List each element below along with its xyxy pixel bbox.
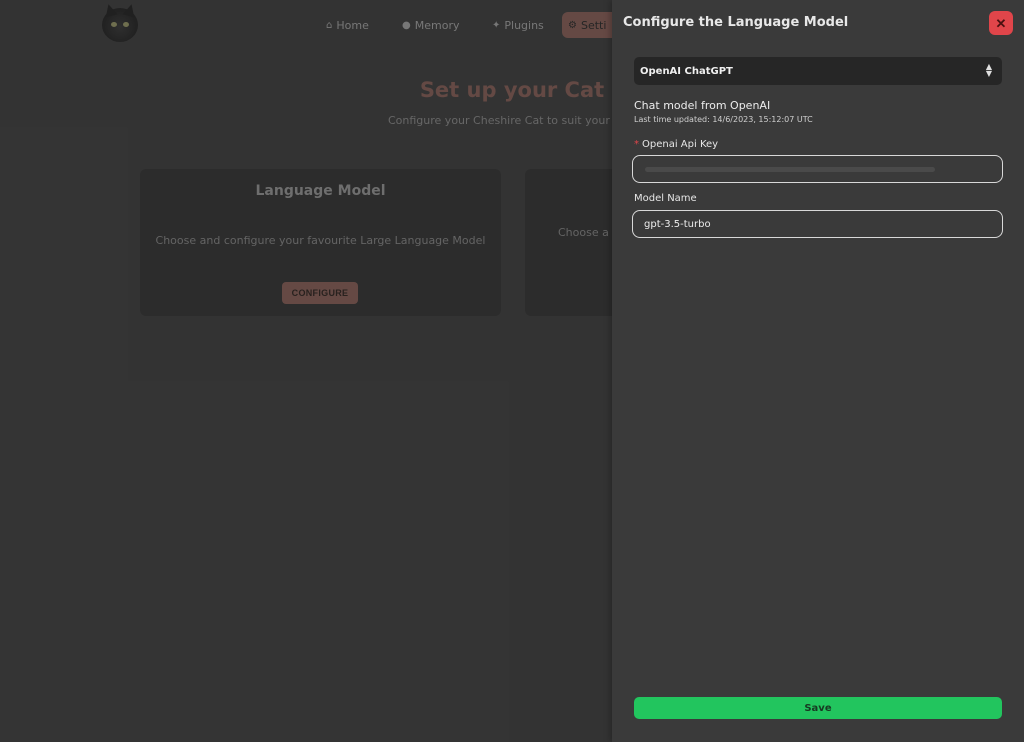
api-key-label: * Openai Api Key (634, 139, 718, 150)
drawer-title: Configure the Language Model (623, 15, 849, 30)
save-button[interactable]: Save (634, 697, 1002, 719)
required-mark: * (634, 139, 639, 150)
api-key-masked-value (645, 167, 935, 172)
close-button[interactable]: ✕ (989, 11, 1013, 35)
llm-provider-select[interactable]: OpenAI ChatGPT ▲ ▼ (634, 57, 1002, 85)
model-name-input[interactable] (632, 210, 1003, 238)
api-key-label-text: Openai Api Key (642, 139, 719, 150)
llm-config-drawer: Configure the Language Model ✕ OpenAI Ch… (612, 0, 1024, 742)
chevron-up-down-icon: ▲ ▼ (985, 62, 992, 78)
model-description: Chat model from OpenAI (634, 99, 771, 112)
llm-provider-value: OpenAI ChatGPT (640, 65, 733, 77)
close-icon: ✕ (995, 15, 1007, 31)
model-name-label: Model Name (634, 193, 697, 204)
last-updated-text: Last time updated: 14/6/2023, 15:12:07 U… (634, 115, 813, 124)
